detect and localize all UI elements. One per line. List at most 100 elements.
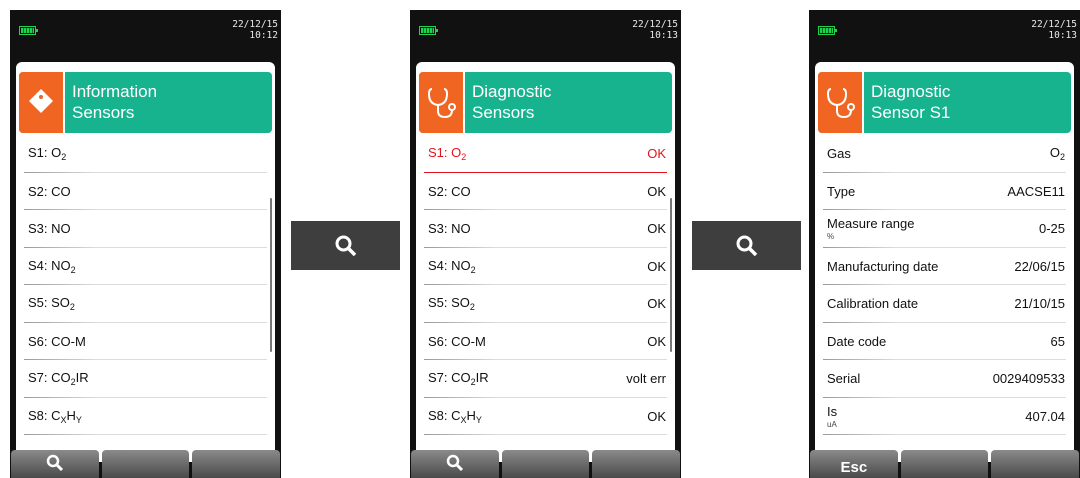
softkey-3-button[interactable] (192, 450, 281, 478)
list-item[interactable]: Serial 0029409533 (815, 360, 1074, 398)
list-item-value: 22/06/15 (1014, 258, 1065, 274)
date-text: 22/12/15 (1031, 19, 1077, 30)
esc-button[interactable]: Esc (810, 450, 898, 478)
list-item-label: Serial (827, 371, 861, 387)
sensor-detail-list: Gas O2 Type AACSE11 Measure range% 0-25 Manufa… (815, 135, 1074, 435)
screen-header: Diagnostic Sensors (419, 72, 672, 133)
list-item[interactable]: S7: CO2IR volt err (416, 360, 675, 398)
list-item-label: S2: CO (28, 183, 71, 199)
list-item-label: S1: O2 (428, 145, 467, 163)
softkey-3-button[interactable] (991, 450, 1080, 478)
list-item-label: S7: CO2IR (28, 370, 89, 388)
list-item-label: S5: SO2 (28, 295, 75, 313)
list-item-label-group: Type (827, 184, 855, 199)
datetime-display: 22/12/15 10:12 (232, 19, 278, 41)
list-item-label-group: S6: CO-M (428, 334, 486, 349)
device-screen-diagnostic-sensor-s1: 22/12/15 10:13 Diagnostic Sensor S1 Gas O… (809, 10, 1080, 478)
softkey-2-button[interactable] (101, 450, 190, 478)
list-item[interactable]: S3: NO (16, 210, 275, 248)
softkey-bar (10, 450, 281, 478)
list-item-label-group: S3: NO (428, 221, 471, 236)
list-item-value: 0-25 (1038, 221, 1065, 237)
list-item-value: 21/10/15 (1014, 296, 1065, 312)
list-item-label-group: S8: CXHY (28, 408, 82, 425)
list-item-value: O2 (1049, 145, 1065, 163)
list-item[interactable]: S6: CO-M OK (416, 323, 675, 361)
list-item-value: AACSE11 (1007, 183, 1065, 199)
softkey-search-button[interactable] (411, 450, 499, 478)
list-item[interactable]: Date code 65 (815, 323, 1074, 361)
page-title-line2: Sensor S1 (871, 103, 951, 122)
list-item-value: 407.04 (1025, 408, 1065, 424)
list-item-label: Is (827, 403, 838, 419)
list-item-label: S2: CO (428, 183, 471, 199)
list-item[interactable]: S7: CO2IR (16, 360, 275, 398)
date-text: 22/12/15 (632, 19, 678, 30)
list-item-label-group: S7: CO2IR (28, 370, 89, 387)
scrollbar[interactable] (670, 198, 672, 352)
list-item[interactable]: S1: O2 (16, 135, 275, 173)
list-item-label: Measure range (827, 216, 915, 232)
list-item[interactable]: Calibration date 21/10/15 (815, 285, 1074, 323)
page-title-line1: Information (72, 82, 158, 101)
list-item-label-group: S3: NO (28, 221, 71, 236)
list-item-label: S4: NO2 (428, 257, 476, 275)
softkey-3-button[interactable] (592, 450, 681, 478)
softkey-bar: Esc (809, 450, 1080, 478)
datetime-display: 22/12/15 10:13 (632, 19, 678, 41)
list-item-label-group: S1: O2 (428, 145, 466, 162)
softkey-bar (410, 450, 681, 478)
scrollbar[interactable] (270, 198, 272, 352)
list-item[interactable]: S1: O2 OK (416, 135, 675, 173)
time-text: 10:13 (1048, 30, 1077, 41)
softkey-2-button[interactable] (900, 450, 989, 478)
list-item[interactable]: S4: NO2 (16, 248, 275, 286)
list-item[interactable]: S4: NO2 OK (416, 248, 675, 286)
list-item[interactable]: S6: CO-M (16, 323, 275, 361)
screen-header: Information Sensors (19, 72, 272, 133)
page-title: Diagnostic Sensors (472, 81, 551, 123)
list-item-label: Manufacturing date (827, 258, 939, 274)
softkey-search-button[interactable] (11, 450, 99, 478)
date-text: 22/12/15 (232, 19, 278, 30)
list-item[interactable]: S3: NO OK (416, 210, 675, 248)
softkey-2-button[interactable] (501, 450, 590, 478)
list-item-label-group: Serial (827, 371, 860, 386)
list-item-label: S3: NO (428, 221, 471, 237)
sensor-list: S1: O2 S2: CO S3: NO S4: NO2 S5: SO2 S6: CO-M… (16, 135, 275, 435)
list-item[interactable]: Is uA 407.04 (815, 398, 1074, 436)
list-item-label-group: S4: NO2 (428, 258, 476, 275)
magnifier-nav-button[interactable] (291, 221, 400, 270)
esc-button-label: Esc (840, 459, 868, 476)
list-item-label: S1: O2 (28, 145, 67, 163)
magnifier-nav-button[interactable] (692, 221, 801, 270)
device-screen-information-sensors: 22/12/15 10:12 Information Sensors S1: O… (10, 10, 281, 478)
list-item[interactable]: S8: CXHY OK (416, 398, 675, 436)
time-text: 10:12 (249, 30, 278, 41)
list-item-label-group: S6: CO-M (28, 334, 86, 349)
list-item[interactable]: S5: SO2 OK (416, 285, 675, 323)
list-item[interactable]: Gas O2 (815, 135, 1074, 173)
list-item[interactable]: Manufacturing date 22/06/15 (815, 248, 1074, 286)
list-item-label-group: Gas (827, 146, 851, 161)
list-item-label: S6: CO-M (28, 333, 86, 349)
list-item-value: OK (647, 183, 666, 199)
list-item-label: S6: CO-M (428, 333, 486, 349)
list-item-value: OK (647, 146, 666, 162)
list-item-label: Gas (827, 146, 851, 162)
list-item-label: S8: CXHY (428, 407, 482, 425)
list-item[interactable]: S5: SO2 (16, 285, 275, 323)
list-item-label-group: Measure range% (827, 216, 914, 241)
battery-icon (419, 26, 438, 35)
list-item-label: Type (827, 183, 856, 199)
list-item[interactable]: Type AACSE11 (815, 173, 1074, 211)
list-item[interactable]: Measure range% 0-25 (815, 210, 1074, 248)
list-item-label: Date code (827, 333, 887, 349)
list-item[interactable]: S8: CXHY (16, 398, 275, 436)
list-item[interactable]: S2: CO (16, 173, 275, 211)
list-item-label-group: Manufacturing date (827, 259, 938, 274)
list-item[interactable]: S2: CO OK (416, 173, 675, 211)
magnifier-icon (335, 235, 356, 256)
list-item-label-group: Calibration date (827, 296, 918, 311)
stethoscope-icon (818, 72, 864, 133)
